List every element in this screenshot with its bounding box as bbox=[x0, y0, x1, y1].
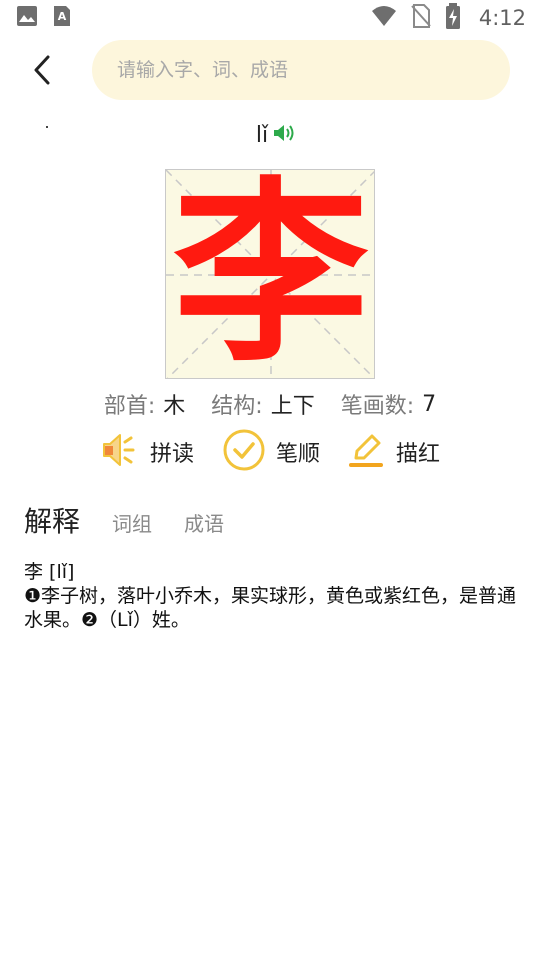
pinyin-text: lǐ bbox=[255, 122, 269, 148]
action-row: 拼读 笔顺 描红 bbox=[0, 428, 540, 476]
status-left: A bbox=[16, 5, 72, 31]
wifi-icon bbox=[371, 5, 397, 31]
stroke-order-button[interactable]: 笔顺 bbox=[222, 428, 320, 476]
structure-label: 结构: bbox=[211, 394, 263, 419]
speaker-icon[interactable] bbox=[272, 122, 296, 148]
screen: A 4:12 请输入字、词、成语 lǐ 李 部首: 木 结构: 上下 笔画数: … bbox=[0, 0, 540, 960]
status-bar: A 4:12 bbox=[0, 0, 540, 36]
tab-bar: 解释 词组 成语 bbox=[24, 500, 224, 544]
image-icon bbox=[16, 5, 38, 31]
tab-idioms[interactable]: 成语 bbox=[184, 508, 224, 537]
no-sim-icon bbox=[411, 4, 431, 32]
back-button[interactable] bbox=[20, 48, 64, 92]
battery-charging-icon bbox=[445, 3, 461, 33]
pencil-icon bbox=[348, 430, 386, 474]
character-grid: 李 bbox=[165, 169, 375, 379]
strokes-value: 7 bbox=[422, 391, 437, 417]
strokes-info: 笔画数: 7 bbox=[341, 388, 436, 420]
svg-text:A: A bbox=[58, 10, 67, 23]
radical-value: 木 bbox=[163, 394, 186, 419]
definition-text: 李 [lǐ] ❶李子树，落叶小乔木，果实球形，黄色或紫红色，是普通水果。❷（Lǐ… bbox=[24, 560, 518, 632]
a-letter-icon: A bbox=[52, 5, 72, 31]
status-time: 4:12 bbox=[478, 6, 526, 30]
strokes-label: 笔画数: bbox=[340, 394, 415, 419]
check-circle-icon bbox=[222, 428, 266, 476]
chevron-left-icon bbox=[34, 55, 50, 85]
read-aloud-button[interactable]: 拼读 bbox=[100, 430, 194, 474]
speaker-icon bbox=[100, 430, 140, 474]
status-right: 4:12 bbox=[371, 3, 526, 33]
read-aloud-label: 拼读 bbox=[149, 442, 194, 467]
radical-info: 部首: 木 bbox=[104, 388, 185, 420]
stroke-order-label: 笔顺 bbox=[275, 442, 320, 467]
character-glyph: 李 bbox=[172, 169, 369, 379]
search-box[interactable] bbox=[92, 40, 510, 100]
tab-explanation[interactable]: 解释 bbox=[24, 500, 80, 540]
search-input[interactable] bbox=[115, 58, 510, 82]
trace-button[interactable]: 描红 bbox=[348, 430, 440, 474]
radical-label: 部首: bbox=[103, 394, 156, 419]
pinyin-row: lǐ bbox=[0, 118, 540, 152]
trace-label: 描红 bbox=[396, 442, 441, 467]
structure-info: 结构: 上下 bbox=[211, 388, 314, 420]
info-row: 部首: 木 结构: 上下 笔画数: 7 bbox=[0, 386, 540, 422]
structure-value: 上下 bbox=[270, 394, 315, 419]
tab-word-groups[interactable]: 词组 bbox=[112, 508, 152, 537]
definition-body: ❶李子树，落叶小乔木，果实球形，黄色或紫红色，是普通水果。❷（Lǐ）姓。 bbox=[24, 585, 517, 631]
definition-heading: 李 [lǐ] bbox=[24, 561, 75, 583]
